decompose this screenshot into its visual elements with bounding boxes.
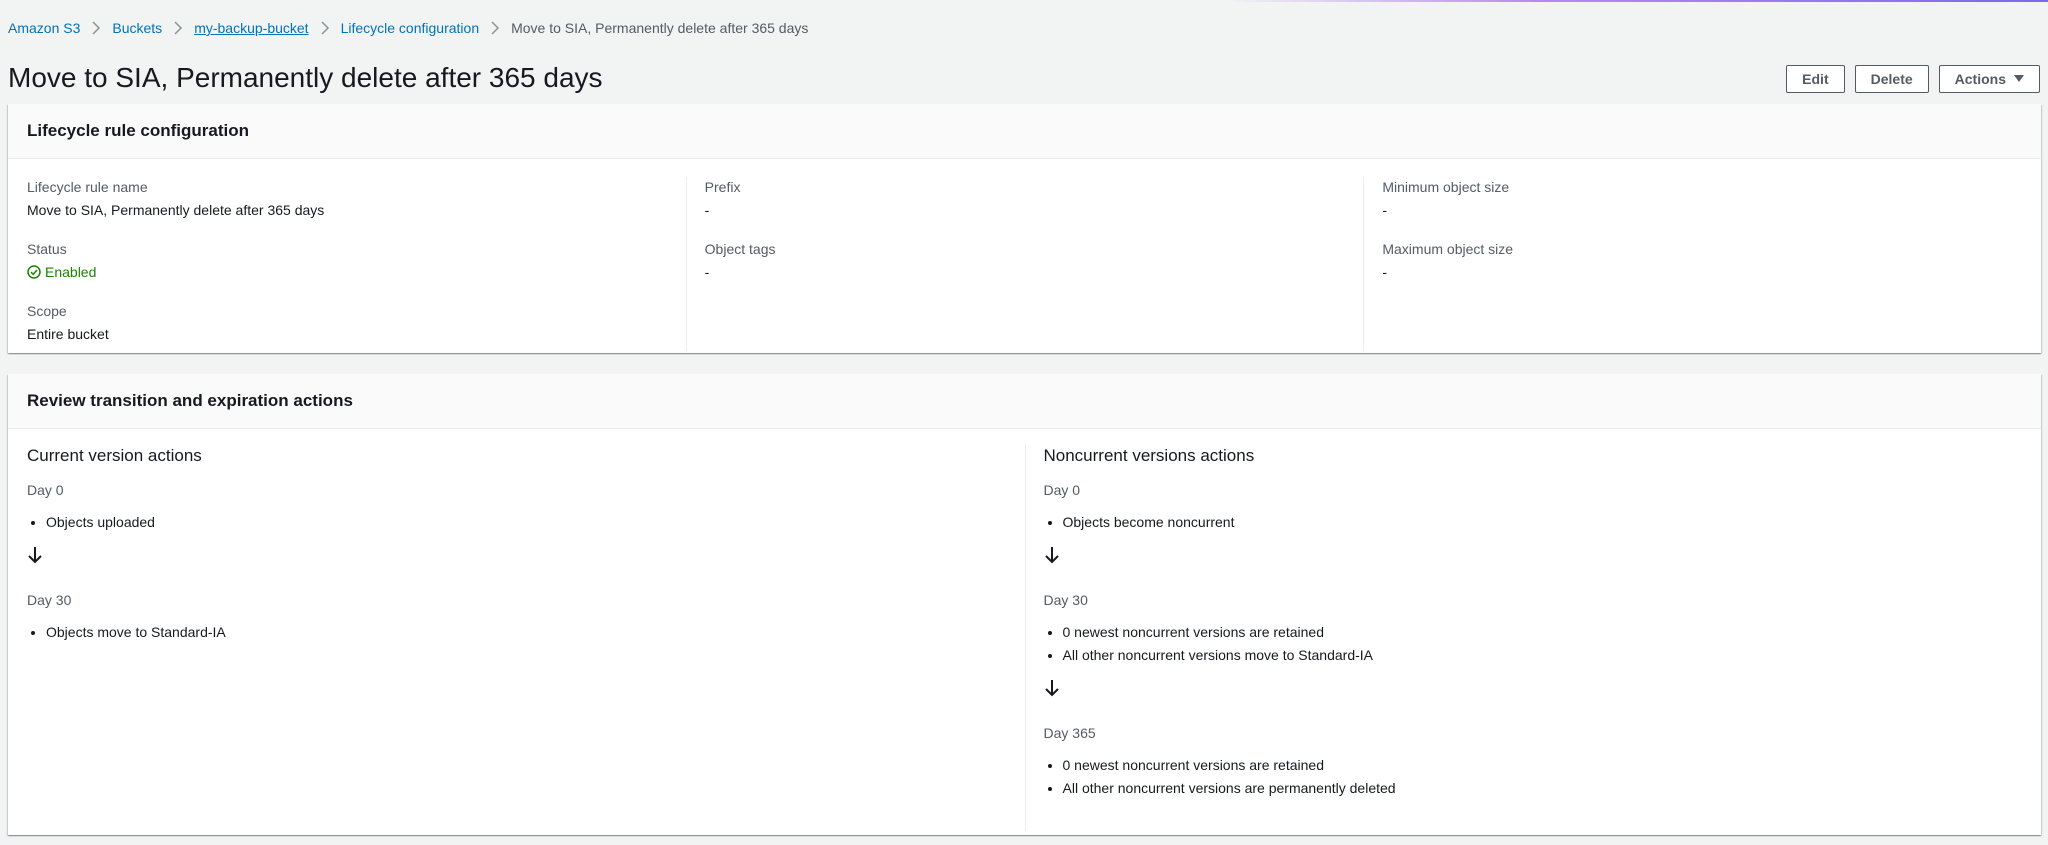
list-item: 0 newest noncurrent versions are retaine… (1063, 622, 2023, 642)
noncurrent-day0-block: Day 0 Objects become noncurrent (1044, 480, 2023, 532)
step-list: Objects become noncurrent (1044, 512, 2023, 532)
panel-header: Lifecycle rule configuration (8, 104, 2041, 159)
breadcrumb: Amazon S3 Buckets my-backup-bucket Lifec… (8, 18, 808, 38)
prefix-value: - (704, 202, 710, 218)
config-column-1: Lifecycle rule name Move to SIA, Permane… (8, 177, 686, 351)
day-label: Day 365 (1043, 725, 1096, 741)
rule-name-key: Lifecycle rule name (27, 179, 148, 195)
breadcrumb-amazon-s3[interactable]: Amazon S3 (8, 20, 80, 36)
noncurrent-versions-actions: Noncurrent versions actions Day 0 Object… (1024, 445, 2042, 831)
step-list: Objects uploaded (27, 512, 1006, 532)
breadcrumb-lifecycle-configuration[interactable]: Lifecycle configuration (341, 20, 480, 36)
day-label: Day 0 (27, 482, 64, 498)
object-tags-value: - (704, 264, 710, 280)
prefix-key: Prefix (704, 179, 741, 195)
step-list: 0 newest noncurrent versions are retaine… (1044, 755, 2023, 798)
max-object-size-field: Maximum object size - (1382, 239, 2022, 282)
max-object-size-value: - (1382, 264, 1388, 280)
rule-name-field: Lifecycle rule name Move to SIA, Permane… (27, 177, 667, 220)
min-object-size-key: Minimum object size (1382, 179, 1510, 195)
max-object-size-key: Maximum object size (1382, 241, 1514, 257)
list-item: All other noncurrent versions are perman… (1063, 778, 2023, 798)
list-item: Objects become noncurrent (1063, 512, 2023, 532)
list-item: Objects move to Standard-IA (46, 622, 1006, 642)
status-field: Status Enabled (27, 239, 667, 282)
chevron-right-icon (479, 18, 511, 38)
actions-button-label: Actions (1954, 71, 2006, 87)
arrow-down-icon (1044, 543, 2023, 567)
day-label: Day 30 (27, 592, 72, 608)
current-day30-block: Day 30 Objects move to Standard-IA (27, 590, 1006, 642)
step-list: Objects move to Standard-IA (27, 622, 1006, 642)
lifecycle-rule-configuration-panel: Lifecycle rule configuration Lifecycle r… (8, 104, 2041, 353)
chevron-right-icon (309, 18, 341, 38)
min-object-size-field: Minimum object size - (1382, 177, 2022, 220)
window-top-border (0, 0, 2048, 2)
edit-button[interactable]: Edit (1786, 65, 1845, 93)
day-label: Day 0 (1043, 482, 1081, 498)
config-column-2: Prefix - Object tags - (685, 177, 1364, 351)
chevron-right-icon (162, 18, 194, 38)
scope-field: Scope Entire bucket (27, 301, 667, 344)
status-value: Enabled (27, 262, 667, 282)
actions-dropdown-button[interactable]: Actions (1938, 65, 2040, 93)
edit-button-label: Edit (1802, 71, 1829, 87)
status-text: Enabled (45, 264, 97, 280)
review-actions-panel: Review transition and expiration actions… (8, 374, 2041, 835)
rule-name-value: Move to SIA, Permanently delete after 36… (27, 202, 325, 218)
object-tags-key: Object tags (704, 241, 776, 257)
breadcrumb-current: Move to SIA, Permanently delete after 36… (511, 20, 809, 36)
list-item: Objects uploaded (46, 512, 1006, 532)
review-grid: Current version actions Day 0 Objects up… (8, 429, 2042, 831)
check-circle-icon (27, 265, 41, 279)
delete-button[interactable]: Delete (1854, 65, 1929, 93)
chevron-right-icon (80, 18, 112, 38)
noncurrent-day30-block: Day 30 0 newest noncurrent versions are … (1044, 590, 2023, 665)
delete-button-label: Delete (1870, 71, 1913, 87)
prefix-field: Prefix - (705, 177, 1345, 220)
caret-down-icon (2014, 75, 2024, 82)
current-version-actions: Current version actions Day 0 Objects up… (8, 445, 1025, 829)
min-object-size-value: - (1382, 202, 1388, 218)
current-version-heading: Current version actions (27, 446, 202, 465)
breadcrumb-buckets[interactable]: Buckets (112, 20, 162, 36)
scope-value: Entire bucket (27, 326, 109, 342)
day-label: Day 30 (1043, 592, 1088, 608)
scope-key: Scope (27, 303, 67, 319)
object-tags-field: Object tags - (705, 239, 1345, 282)
step-list: 0 newest noncurrent versions are retaine… (1044, 622, 2023, 665)
current-day0-block: Day 0 Objects uploaded (27, 480, 1006, 532)
list-item: All other noncurrent versions move to St… (1063, 645, 2023, 665)
noncurrent-day365-block: Day 365 0 newest noncurrent versions are… (1044, 723, 2023, 798)
noncurrent-versions-heading: Noncurrent versions actions (1043, 446, 1255, 465)
panel-title: Review transition and expiration actions (27, 391, 353, 410)
arrow-down-icon (27, 543, 1006, 567)
header-actions: Edit Delete Actions (1786, 65, 2040, 93)
page-title: Move to SIA, Permanently delete after 36… (8, 62, 603, 93)
panel-title: Lifecycle rule configuration (27, 121, 249, 140)
arrow-down-icon (1044, 676, 2023, 700)
config-grid: Lifecycle rule name Move to SIA, Permane… (8, 159, 2041, 351)
status-key: Status (27, 241, 67, 257)
list-item: 0 newest noncurrent versions are retaine… (1063, 755, 2023, 775)
config-column-3: Minimum object size - Maximum object siz… (1363, 177, 2041, 351)
breadcrumb-bucket[interactable]: my-backup-bucket (194, 20, 308, 36)
panel-header: Review transition and expiration actions (8, 374, 2041, 429)
